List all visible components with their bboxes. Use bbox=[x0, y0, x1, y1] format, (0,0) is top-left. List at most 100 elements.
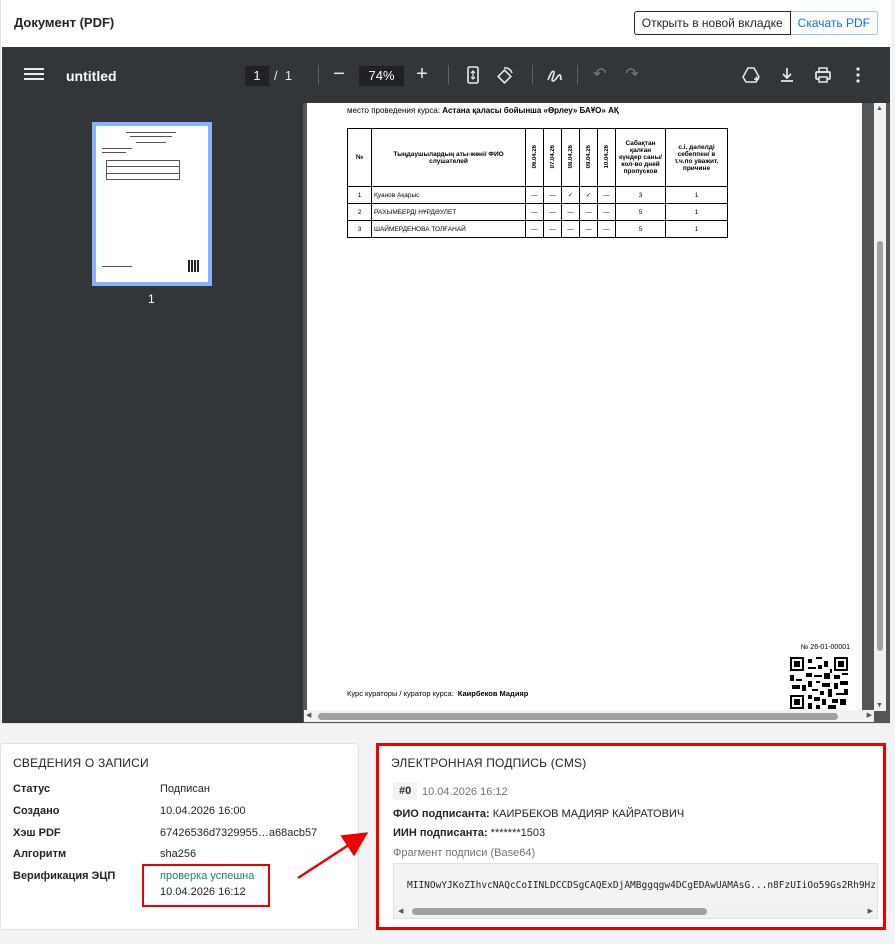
pdf-document-name: untitled bbox=[66, 68, 117, 84]
scroll-left-arrow-icon[interactable]: ◀ bbox=[306, 711, 311, 719]
fit-page-icon[interactable] bbox=[463, 65, 483, 85]
date-header: 09.04.26 bbox=[585, 144, 592, 169]
undo-icon[interactable]: ↶ bbox=[590, 65, 610, 85]
thumbnail-text-line bbox=[102, 148, 132, 149]
print-icon[interactable] bbox=[813, 65, 833, 85]
hash-label: Хэш PDF bbox=[13, 827, 61, 839]
pdf-page-area: место проведения курса: Астана қаласы бо… bbox=[303, 103, 890, 723]
table-cell: 1 bbox=[665, 203, 728, 221]
download-pdf-button[interactable]: Скачать PDF bbox=[790, 11, 878, 35]
thumbnail-text-line bbox=[102, 152, 126, 153]
record-info-title: СВЕДЕНИЯ О ЗАПИСИ bbox=[13, 756, 149, 770]
fragment-scrollbar-thumb[interactable] bbox=[412, 908, 707, 915]
date-header: 07.04.26 bbox=[549, 144, 556, 169]
table-cell: 2 bbox=[347, 203, 372, 221]
algorithm-label: Алгоритм bbox=[13, 848, 67, 860]
table-row: 3 ШАЙМЕРДЕНОВА ТОЛҒАНАЙ — — — — —5 1 bbox=[347, 220, 728, 238]
course-place-value: Астана қаласы бойынша «Өрлеу» БАҰО» АҚ bbox=[442, 106, 619, 115]
vertical-scrollbar[interactable]: ▲ ▼ bbox=[874, 103, 886, 711]
table-cell: — bbox=[597, 203, 616, 221]
more-icon[interactable] bbox=[848, 65, 868, 85]
scroll-up-arrow-icon[interactable]: ▲ bbox=[876, 105, 883, 112]
toolbar-divider bbox=[318, 65, 319, 85]
thumbnail-text-line bbox=[126, 132, 176, 133]
table-cell: 3 bbox=[615, 186, 666, 204]
table-cell: ✓ bbox=[561, 186, 580, 204]
date-header: 10.04.26 bbox=[603, 144, 610, 169]
table-header: № bbox=[347, 128, 372, 187]
zoom-in-icon[interactable]: + bbox=[412, 64, 432, 84]
table-cell: — bbox=[543, 203, 562, 221]
horizontal-scrollbar-thumb[interactable] bbox=[318, 713, 838, 720]
zoom-input[interactable]: 74% bbox=[359, 66, 404, 86]
table-cell: 5 bbox=[615, 220, 666, 238]
table-cell: 5 bbox=[615, 203, 666, 221]
open-new-tab-button[interactable]: Открыть в новой вкладке bbox=[633, 11, 791, 35]
thumbnail-text-line bbox=[130, 136, 172, 137]
horizontal-scrollbar[interactable]: ◀ ▶ bbox=[304, 710, 874, 722]
document-number: № 26-01-00001 bbox=[800, 644, 850, 651]
table-header: Тыңдаушылардың аты-жөні/ ФИО слушателей bbox=[371, 128, 526, 187]
table-header: 08.04.26 bbox=[561, 128, 580, 187]
scroll-down-arrow-icon[interactable]: ▼ bbox=[876, 702, 883, 709]
zoom-out-icon[interactable]: − bbox=[329, 64, 349, 84]
menu-icon[interactable] bbox=[24, 65, 44, 83]
table-cell: 1 bbox=[665, 220, 728, 238]
table-header: с.і. дәлелді себеппен/ в т.ч.по уважит. … bbox=[665, 128, 728, 187]
scroll-right-arrow-icon[interactable]: ▶ bbox=[867, 711, 872, 719]
download-icon[interactable] bbox=[777, 65, 797, 85]
thumbnail-text-line bbox=[102, 266, 132, 267]
table-cell: — bbox=[525, 203, 544, 221]
pdf-toolbar: untitled 1 / 1 − 74% + ↶ ↷ bbox=[2, 47, 890, 103]
table-cell: — bbox=[597, 186, 616, 204]
table-row: 1 Қуанов Ақарыс — — ✓ ✓ —3 1 bbox=[347, 186, 728, 204]
iin-line: ИИН подписанта: *******1503 bbox=[393, 827, 545, 839]
annotate-icon[interactable] bbox=[545, 65, 565, 85]
curator-label: Курс кураторы / куратор курса: bbox=[347, 689, 454, 698]
table-cell: — bbox=[579, 203, 598, 221]
drive-icon[interactable] bbox=[741, 65, 761, 85]
table-cell: 1 bbox=[347, 186, 372, 204]
verification-highlight-box bbox=[142, 864, 270, 907]
rotate-icon[interactable] bbox=[495, 65, 515, 85]
header-actions: Открыть в новой вкладке Скачать PDF bbox=[633, 11, 878, 35]
table-cell: 1 bbox=[665, 186, 728, 204]
course-place: место проведения курса: Астана қаласы бо… bbox=[347, 106, 619, 115]
signature-date: 10.04.2026 16:12 bbox=[422, 786, 508, 798]
signature-index-badge: #0 bbox=[393, 782, 418, 800]
toolbar-divider bbox=[577, 65, 578, 85]
table-cell: — bbox=[543, 186, 562, 204]
date-header: 06.04.26 bbox=[531, 144, 538, 169]
signature-fragment-box[interactable]: MIINOwYJKoZIhvcNAQcCoIINLDCCDSgCAQExDjAM… bbox=[393, 863, 878, 919]
document-card: Документ (PDF) Открыть в новой вкладке С… bbox=[0, 0, 891, 724]
current-page-input[interactable]: 1 bbox=[245, 66, 269, 86]
fragment-label: Фрагмент подписи (Base64) bbox=[393, 847, 536, 859]
table-header: 10.04.26 bbox=[597, 128, 616, 187]
signer-line: ФИО подписанта: КАИРБЕКОВ МАДИЯР КАЙРАТО… bbox=[393, 808, 684, 820]
iin-value: *******1503 bbox=[490, 827, 546, 839]
signer-name: КАИРБЕКОВ МАДИЯР КАЙРАТОВИЧ bbox=[492, 808, 685, 820]
fragment-scrollbar[interactable]: ◀ ▶ bbox=[394, 905, 877, 918]
table-header: Сабақтан қалған күндер саны/ кол-во дней… bbox=[615, 128, 666, 187]
table-cell: — bbox=[561, 203, 580, 221]
scroll-left-arrow-icon[interactable]: ◀ bbox=[398, 907, 403, 915]
table-cell: 3 bbox=[347, 220, 372, 238]
curator-line: Курс кураторы / куратор курса: Каирбеков … bbox=[347, 689, 528, 698]
document-header: Документ (PDF) Открыть в новой вкладке С… bbox=[1, 0, 891, 47]
table-cell: Қуанов Ақарыс bbox=[371, 186, 526, 204]
page-thumbnail[interactable] bbox=[92, 122, 212, 286]
scroll-right-arrow-icon[interactable]: ▶ bbox=[868, 907, 873, 915]
thumbnail-text-line bbox=[106, 166, 180, 167]
thumbnail-qr bbox=[188, 260, 200, 272]
vertical-scrollbar-thumb[interactable] bbox=[877, 241, 883, 651]
toolbar-divider bbox=[448, 65, 449, 85]
table-cell: — bbox=[597, 220, 616, 238]
status-value: Подписан bbox=[160, 783, 210, 795]
total-pages: 1 bbox=[284, 68, 293, 83]
table-cell: ✓ bbox=[579, 186, 598, 204]
table-header: 06.04.26 bbox=[525, 128, 544, 187]
date-header: 08.04.26 bbox=[567, 144, 574, 169]
curator-name: Каирбеков Мадияр bbox=[457, 689, 529, 698]
thumbnail-page-number: 1 bbox=[148, 292, 155, 306]
redo-icon[interactable]: ↷ bbox=[622, 65, 642, 85]
